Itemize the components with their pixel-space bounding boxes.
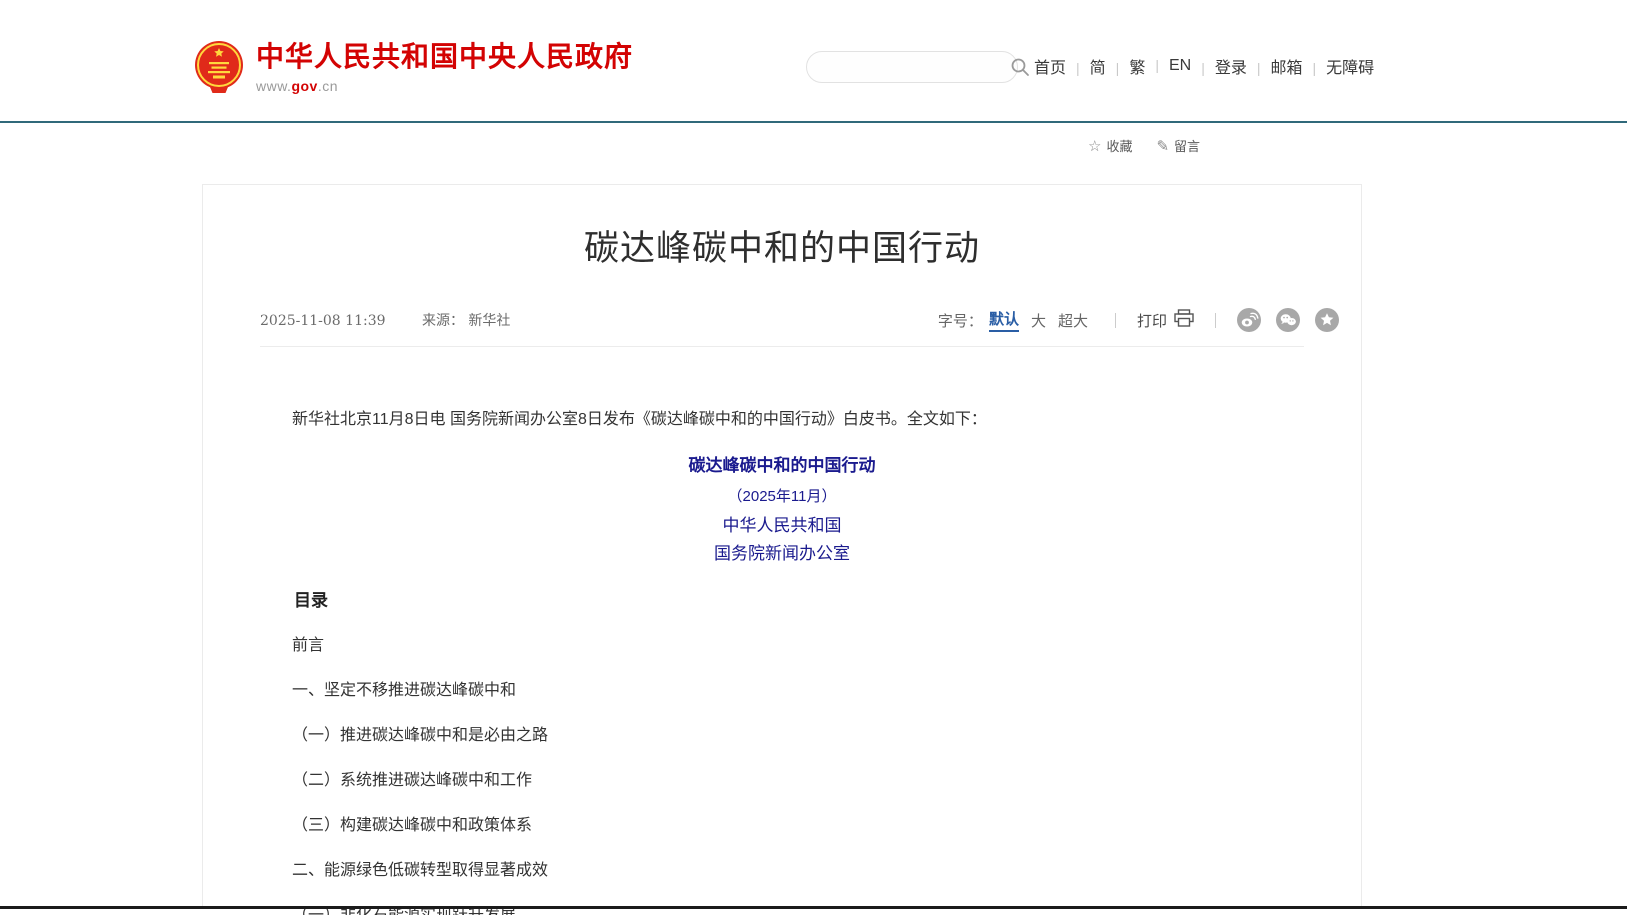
nav-item[interactable]: 首页	[1034, 54, 1066, 78]
toc-item: （二）系统推进碳达峰碳中和工作	[260, 773, 1304, 789]
url-www: www.	[256, 78, 291, 94]
nav-item[interactable]: 邮箱	[1247, 54, 1303, 78]
pencil-icon: ✎	[1156, 137, 1169, 155]
fontsize-option-default[interactable]: 默认	[989, 308, 1019, 332]
search-input[interactable]	[807, 59, 1010, 75]
toc-item: 前言	[260, 638, 1304, 654]
fontsize-option-large[interactable]: 大	[1031, 310, 1046, 331]
toc-item: （一）非化石能源实现跃升发展	[260, 908, 1304, 915]
site-url[interactable]: www.gov.cn	[256, 78, 633, 94]
source-label: 来源：	[422, 313, 464, 329]
favorite-button[interactable]: ☆ 收藏	[1088, 136, 1132, 155]
toc-item: （一）推进碳达峰碳中和是必由之路	[260, 728, 1304, 744]
toc-item: 二、能源绿色低碳转型取得显著成效	[260, 863, 1304, 879]
doc-date: （2025年11月）	[260, 489, 1304, 504]
article-date: 2025-11-08 11:39	[260, 313, 386, 329]
toc-list: 前言一、坚定不移推进碳达峰碳中和 （一）推进碳达峰碳中和是必由之路 （二）系统推进碳…	[260, 638, 1304, 915]
toc-item: 一、坚定不移推进碳达峰碳中和	[260, 683, 1304, 699]
site-title: 中华人民共和国中央人民政府	[256, 42, 633, 73]
comment-button[interactable]: ✎ 留言	[1156, 136, 1200, 155]
toc-item: （三）构建碳达峰碳中和政策体系	[260, 818, 1304, 834]
doc-org-line2: 国务院新闻办公室	[260, 546, 1304, 563]
article-meta-row: 2025-11-08 11:39 来源： 新华社 字号： 默认 大 超大 打印	[260, 308, 1339, 332]
header-inner: 中华人民共和国中央人民政府 www.gov.cn 首页简繁EN登录邮箱无障碍	[194, 0, 1384, 121]
article-meta-right: 字号： 默认 大 超大 打印	[938, 308, 1339, 332]
article-meta-left: 2025-11-08 11:39 来源： 新华社	[260, 310, 510, 330]
print-label: 打印	[1137, 310, 1167, 331]
article-source: 新华社	[468, 313, 510, 329]
brand: 中华人民共和国中央人民政府 www.gov.cn	[256, 42, 633, 94]
printer-icon	[1174, 309, 1194, 331]
divider	[1115, 313, 1116, 328]
wechat-share-icon[interactable]	[1276, 308, 1300, 332]
url-gov: gov	[291, 78, 317, 94]
search-icon[interactable]	[1010, 57, 1030, 77]
toc-title: 目录	[260, 592, 1304, 609]
comment-label: 留言	[1174, 136, 1200, 155]
fontsize-option-xlarge[interactable]: 超大	[1058, 310, 1088, 331]
divider	[1215, 313, 1216, 328]
favorite-label: 收藏	[1106, 136, 1132, 155]
viewport-bottom-edge	[0, 906, 1627, 909]
star-share-icon[interactable]	[1315, 308, 1339, 332]
nav-item[interactable]: 登录	[1191, 54, 1247, 78]
page: 中华人民共和国中央人民政府 www.gov.cn 首页简繁EN登录邮箱无障碍 ☆	[0, 0, 1627, 915]
page-actions: ☆ 收藏 ✎ 留言	[1088, 136, 1200, 155]
nav-item[interactable]: 繁	[1106, 54, 1146, 78]
url-cn: .cn	[318, 78, 338, 94]
share-icons	[1237, 308, 1339, 332]
nav-item[interactable]: 无障碍	[1303, 54, 1375, 78]
intro-paragraph: 新华社北京11月8日电 国务院新闻办公室8日发布《碳达峰碳中和的中国行动》白皮书…	[260, 412, 1304, 428]
site-header: 中华人民共和国中央人民政府 www.gov.cn 首页简繁EN登录邮箱无障碍	[0, 0, 1627, 123]
weibo-share-icon[interactable]	[1237, 308, 1261, 332]
national-emblem-icon	[194, 40, 244, 99]
meta-divider	[260, 346, 1304, 347]
print-button[interactable]: 打印	[1137, 309, 1194, 331]
article-card: 碳达峰碳中和的中国行动 2025-11-08 11:39 来源： 新华社 字号：…	[202, 184, 1362, 906]
article-body: 新华社北京11月8日电 国务院新闻办公室8日发布《碳达峰碳中和的中国行动》白皮书…	[260, 412, 1304, 915]
top-nav: 首页简繁EN登录邮箱无障碍	[1034, 54, 1374, 78]
article-title: 碳达峰碳中和的中国行动	[203, 231, 1361, 266]
search-box[interactable]	[806, 51, 1018, 83]
nav-item[interactable]: EN	[1145, 57, 1191, 75]
star-outline-icon: ☆	[1088, 137, 1101, 155]
nav-item[interactable]: 简	[1066, 54, 1106, 78]
doc-org-line1: 中华人民共和国	[260, 518, 1304, 535]
fontsize-label: 字号：	[938, 310, 983, 331]
doc-title: 碳达峰碳中和的中国行动	[260, 457, 1304, 474]
